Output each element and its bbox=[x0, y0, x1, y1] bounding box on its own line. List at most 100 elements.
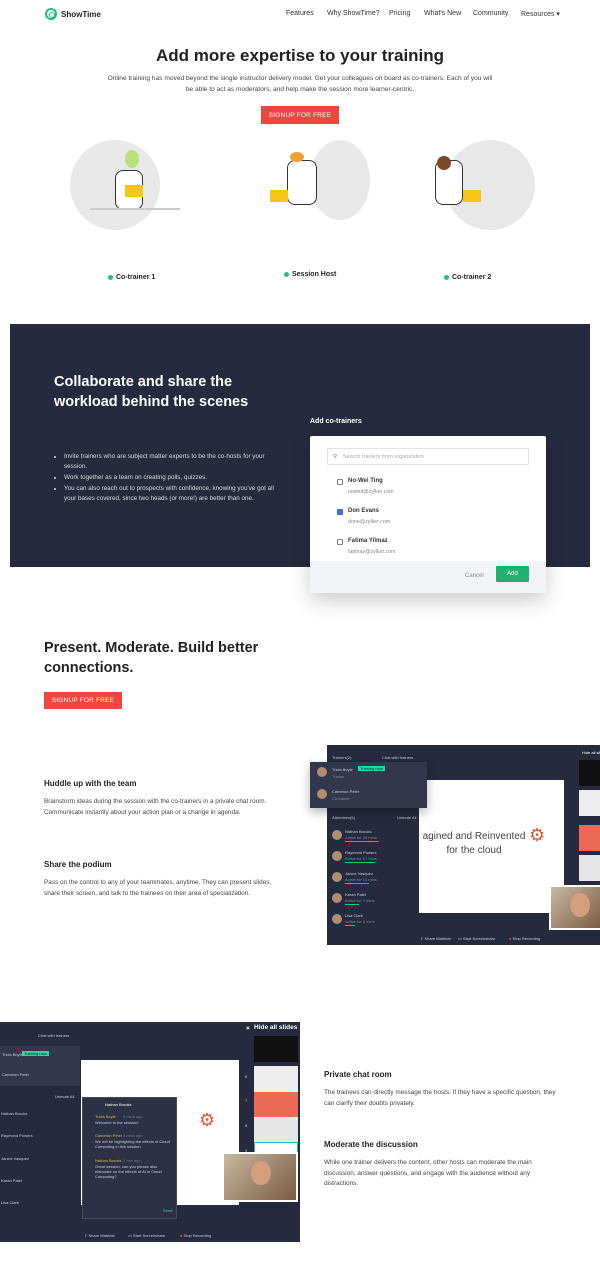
slide-number: 7 bbox=[245, 1098, 248, 1103]
slide-number: 6 bbox=[245, 1074, 248, 1079]
role-label: Co-trainer 2 bbox=[452, 274, 492, 281]
trainer-search-input[interactable]: ⚲ Search trainers from organization bbox=[327, 448, 529, 465]
brand-logo[interactable]: ShowTime bbox=[45, 8, 101, 20]
monitor-icon: ▭ bbox=[128, 1233, 132, 1238]
attendee-status: Active for 17 mins bbox=[345, 856, 377, 861]
training-now-badge: Training now bbox=[22, 1051, 49, 1056]
unmute-all[interactable]: Unmute All bbox=[397, 815, 416, 820]
showtime-logo-icon bbox=[45, 8, 57, 20]
checkbox-checked[interactable] bbox=[337, 509, 343, 515]
status-dot-icon bbox=[284, 272, 289, 277]
feature-text: While one trainer delivers the content, … bbox=[324, 1159, 532, 1187]
attendee-name: Karan Patel bbox=[1, 1178, 22, 1183]
nav-pricing[interactable]: Pricing bbox=[389, 10, 410, 17]
cancel-button[interactable]: Cancel bbox=[465, 573, 484, 579]
attendee-name: Lisa Clark bbox=[1, 1200, 19, 1205]
message-text: Welcome to the session! bbox=[95, 1120, 139, 1125]
training-now-badge: Training now bbox=[358, 766, 385, 771]
message-time: 1 min ago bbox=[123, 1158, 141, 1163]
avatar bbox=[332, 914, 342, 924]
chat-window: Nathan Brooks Tricia Boyle 3 mins ago Wel… bbox=[82, 1097, 177, 1219]
trainer-name: Don Evans bbox=[348, 508, 380, 514]
bullet-item: Invite trainers who are subject matter e… bbox=[64, 452, 284, 472]
start-screenshare-button[interactable]: ▭ Start Screenshare bbox=[458, 936, 495, 941]
avatar bbox=[332, 851, 342, 861]
control-label: Start Screenshare bbox=[132, 1233, 166, 1238]
avatar bbox=[317, 789, 327, 799]
share-icon: ⇪ bbox=[84, 1233, 88, 1238]
nav-why-showtime[interactable]: Why ShowTime? bbox=[327, 10, 380, 17]
feature-text: The trainees can directly message the ho… bbox=[324, 1089, 556, 1107]
slide-number: 8 bbox=[245, 1123, 248, 1128]
hero-lead: Online training has moved beyond the sin… bbox=[107, 75, 493, 93]
bullet-item: You can also reach out to prospects with… bbox=[64, 484, 284, 504]
message-text: Great session, can you please also elabo… bbox=[95, 1164, 162, 1179]
caret-down-icon: ▾ bbox=[556, 11, 560, 18]
nav-resources-label: Resources bbox=[521, 11, 555, 18]
message-author: Tricia Boyle bbox=[95, 1114, 116, 1119]
trainer-video-feed bbox=[549, 885, 600, 930]
attendee-status: Active for 5 mins bbox=[345, 919, 375, 924]
hide-slides-icon: ▣ bbox=[246, 1025, 250, 1030]
control-label: Stop Recording bbox=[512, 936, 541, 941]
chat-with-trainers[interactable]: Chat with trainers bbox=[38, 1033, 69, 1038]
role-co-trainer-2: Co-trainer 2 bbox=[444, 274, 491, 281]
share-material-button[interactable]: ⇪ Share Material bbox=[84, 1233, 115, 1238]
attendees-label: Attendees(5) bbox=[332, 815, 355, 820]
attendee-name: Nathan Brooks bbox=[345, 829, 372, 834]
trainers-popup: Tricia Boyle Training now Trainer Cameron … bbox=[310, 762, 427, 808]
presentation-slide: agined and Reinvented for the cloud ⚙ bbox=[419, 780, 564, 913]
checkbox[interactable] bbox=[337, 479, 343, 485]
attendee-status: Active for 14 mins bbox=[345, 877, 377, 882]
feature-text: Brainstorm ideas during the session with… bbox=[44, 798, 267, 816]
attendee-row[interactable]: Lisa Clark Active for 5 mins bbox=[327, 911, 417, 941]
message-author: Cameron Peter bbox=[95, 1133, 123, 1138]
message-time: 3 mins ago bbox=[123, 1114, 143, 1119]
add-co-trainers-modal: ⚲ Search trainers from organization No-We… bbox=[310, 436, 546, 593]
trainer-name: Tricia Boyle bbox=[332, 767, 353, 772]
trainers-label: Trainers(2) bbox=[332, 755, 352, 760]
role-label: Session Host bbox=[292, 271, 337, 278]
collaborate-bullets: Invite trainers who are subject matter e… bbox=[54, 452, 284, 505]
send-button[interactable]: Send bbox=[163, 1208, 172, 1213]
nav-resources[interactable]: Resources ▾ bbox=[521, 10, 560, 18]
signup-button-2[interactable]: SIGNUP FOR FREE bbox=[44, 692, 122, 709]
hide-all-slides[interactable]: Hide all slides bbox=[582, 750, 600, 755]
hide-all-slides[interactable]: Hide all slides bbox=[254, 1024, 297, 1031]
app-screenshot-chat: Chat with trainers Tricia Boyle Training … bbox=[0, 1022, 300, 1242]
search-placeholder: Search trainers from organization bbox=[343, 453, 425, 460]
trainer-name: Fatima Yilmaz bbox=[348, 538, 388, 544]
trainer-role: Trainer bbox=[332, 774, 345, 779]
trainer-name: Tricia Boyle bbox=[2, 1052, 23, 1057]
record-icon: ■ bbox=[509, 936, 512, 941]
signup-button[interactable]: SIGNUP FOR FREE bbox=[261, 106, 339, 124]
trainer-email: done@zylker.com bbox=[348, 519, 391, 525]
role-session-host: Session Host bbox=[284, 271, 336, 278]
checkbox[interactable] bbox=[337, 539, 343, 545]
hero-title: Add more expertise to your training bbox=[155, 46, 445, 65]
monitor-icon: ▭ bbox=[458, 936, 462, 941]
co-trainer-2-illustration bbox=[415, 140, 535, 260]
chat-header: Nathan Brooks bbox=[105, 1102, 132, 1107]
modal-title: Add co-trainers bbox=[310, 418, 362, 425]
feature-text: Pass on the control to any of your teamm… bbox=[44, 879, 272, 897]
avatar bbox=[332, 872, 342, 882]
control-label: Start Screenshare bbox=[462, 936, 496, 941]
co-trainer-1-illustration bbox=[70, 140, 190, 260]
nav-whats-new[interactable]: What's New bbox=[424, 10, 461, 17]
add-button[interactable]: Add bbox=[496, 566, 529, 582]
nav-features[interactable]: Features bbox=[286, 10, 314, 17]
nav-community[interactable]: Community bbox=[473, 10, 508, 17]
stop-recording-button[interactable]: ■ Stop Recording bbox=[509, 936, 540, 941]
record-icon: ■ bbox=[180, 1233, 183, 1238]
collaborate-title: Collaborate and share the workload behin… bbox=[54, 374, 249, 410]
status-dot-icon bbox=[444, 275, 449, 280]
attendee-name: Raymond Powers bbox=[1, 1133, 33, 1138]
role-label: Co-trainer 1 bbox=[116, 274, 156, 281]
unmute-all[interactable]: Unmute All bbox=[55, 1094, 74, 1099]
start-screenshare-button[interactable]: ▭ Start Screenshare bbox=[128, 1233, 165, 1238]
stop-recording-button[interactable]: ■ Stop Recording bbox=[180, 1233, 211, 1238]
session-host-illustration bbox=[245, 140, 370, 260]
chat-with-trainers[interactable]: Chat with trainers bbox=[382, 755, 413, 760]
share-material-button[interactable]: ⇪ Share Material bbox=[420, 936, 451, 941]
